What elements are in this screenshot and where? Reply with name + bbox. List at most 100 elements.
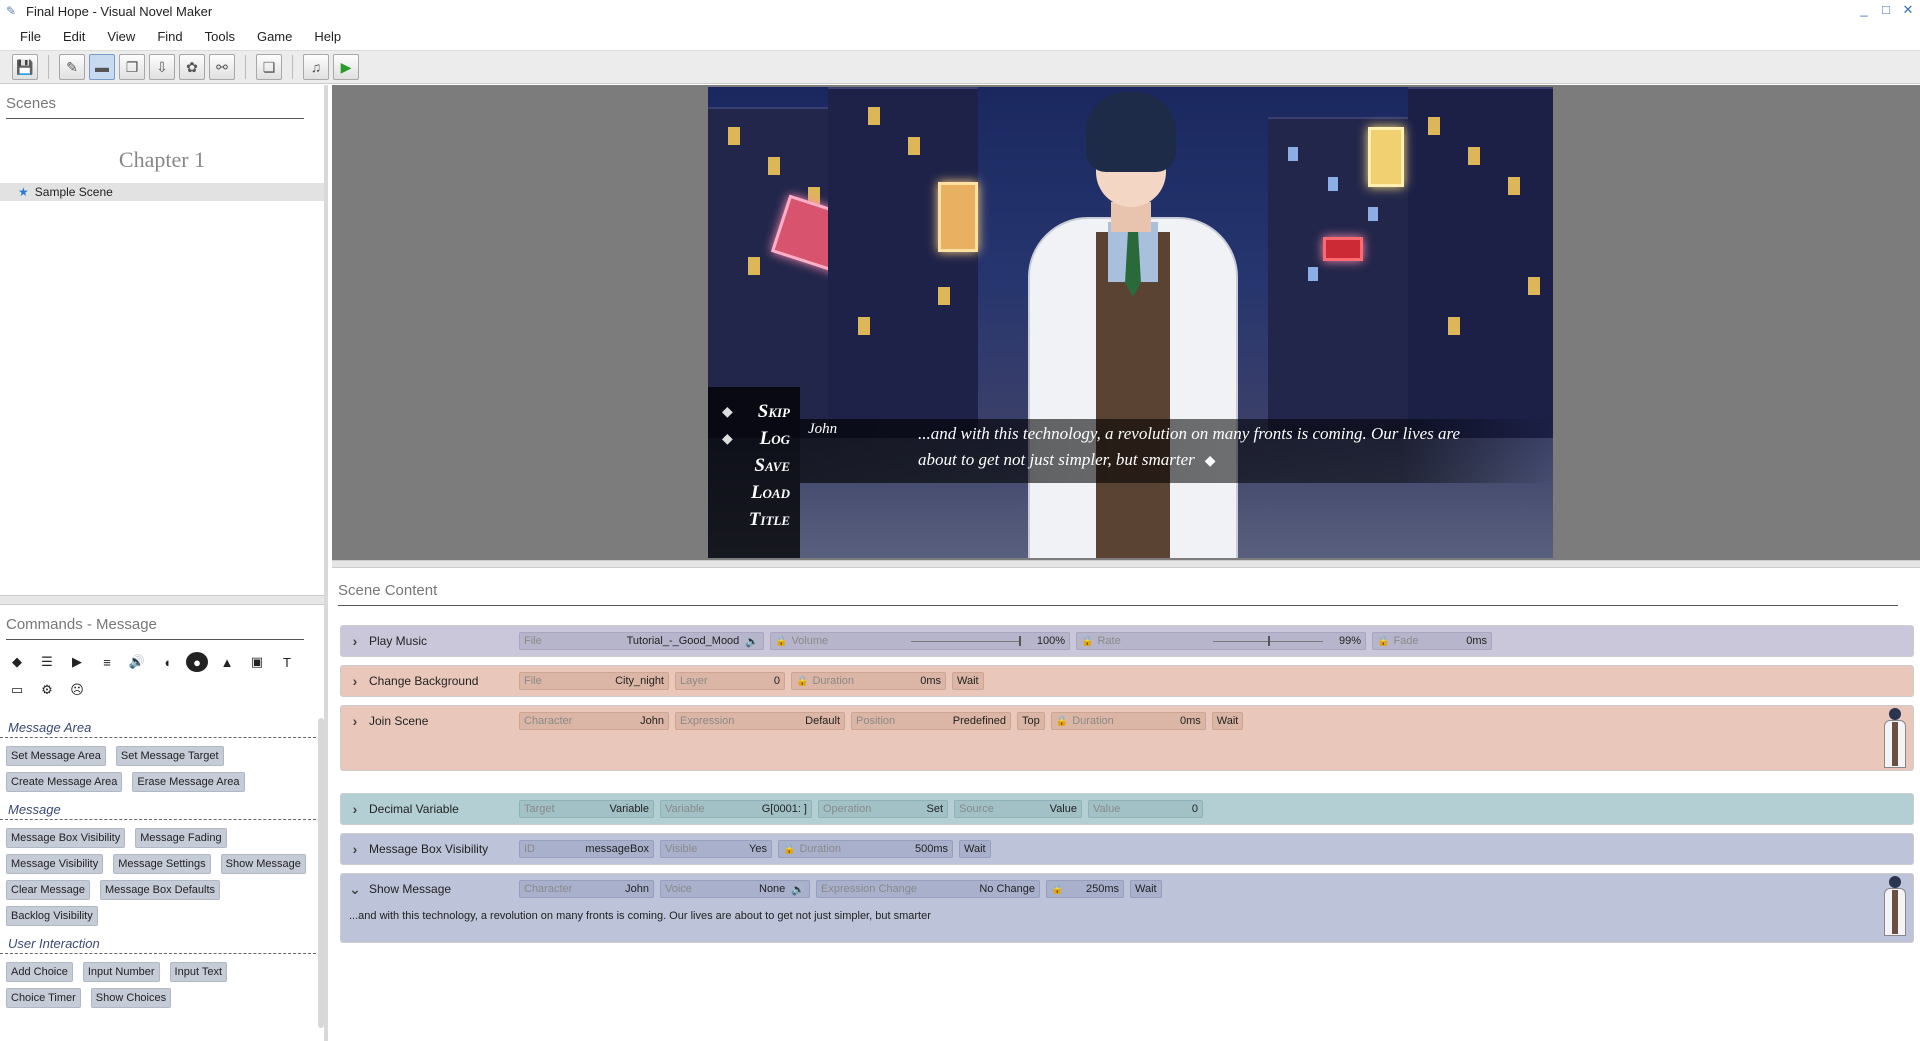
wait-toggle[interactable]: Wait <box>1130 880 1162 898</box>
operation-field[interactable]: Operation Set <box>818 800 948 818</box>
wait-toggle[interactable]: Wait <box>1211 712 1244 730</box>
join-duration-field[interactable]: 🔒 Duration 0ms <box>1050 712 1206 730</box>
wait-toggle[interactable]: Wait <box>959 840 991 858</box>
game-menu-title[interactable]: Title <box>749 509 790 531</box>
join-expression-field[interactable]: Expression Default <box>675 712 845 730</box>
value-field[interactable]: Value 0 <box>1088 800 1203 818</box>
message-box-visibility-button[interactable]: Message Box Visibility <box>6 828 126 848</box>
windows-button[interactable]: ❏ <box>256 54 282 80</box>
right-splitter[interactable] <box>332 560 1920 568</box>
background-file-field[interactable]: File City_night <box>519 672 669 690</box>
visibility-duration-field[interactable]: 🔒 Duration 500ms <box>778 840 953 858</box>
save-button[interactable]: 💾 <box>12 54 38 80</box>
target-field[interactable]: Target Variable <box>519 800 654 818</box>
music-button[interactable]: ♫ <box>303 54 329 80</box>
play-button[interactable]: ▶ <box>333 54 359 80</box>
scene-button[interactable]: ▬ <box>89 54 115 80</box>
wait-toggle[interactable]: Wait <box>952 672 984 690</box>
game-menu-load[interactable]: Load <box>751 482 790 504</box>
volume-slider[interactable] <box>910 635 1021 646</box>
music-file-field[interactable]: File Tutorial_-_Good_Mood 🔊 <box>519 632 764 650</box>
join-character-field[interactable]: Character John <box>519 712 669 730</box>
left-splitter[interactable] <box>0 595 324 605</box>
join-position-top-field[interactable]: Top <box>1017 712 1045 730</box>
expand-chevron-icon[interactable]: › <box>341 633 369 649</box>
variable-field[interactable]: Variable G[0001: ] <box>660 800 812 818</box>
tv-icon[interactable]: ▣ <box>246 652 268 672</box>
close-button[interactable]: ✕ <box>1900 2 1916 18</box>
expand-chevron-icon[interactable]: › <box>341 713 369 729</box>
music-volume-field[interactable]: 🔒 Volume 100% <box>770 632 1070 650</box>
command-row-join-scene[interactable]: › Join Scene Character John Expression Def… <box>340 705 1914 771</box>
message-visibility-button[interactable]: Message Visibility <box>6 854 104 874</box>
maximize-button[interactable]: □ <box>1878 2 1894 18</box>
command-row-decimal-variable[interactable]: › Decimal Variable Target Variable Variab… <box>340 793 1914 825</box>
expression-change-field[interactable]: Expression Change No Change <box>816 880 1040 898</box>
show-choices-button[interactable]: Show Choices <box>90 988 172 1008</box>
menu-tools[interactable]: Tools <box>205 29 235 44</box>
message-settings-button[interactable]: Message Settings <box>113 854 211 874</box>
menu-edit[interactable]: Edit <box>63 29 85 44</box>
join-position-field[interactable]: Position Predefined <box>851 712 1011 730</box>
message-fading-button[interactable]: Message Fading <box>135 828 227 848</box>
game-menu-skip[interactable]: Skip <box>758 401 790 423</box>
game-preview[interactable]: ◆ Skip ◆ Log Save Load Title John ...and… <box>708 87 1553 558</box>
command-list-scrollbar[interactable] <box>318 718 324 1028</box>
settings-icon[interactable]: ⚙ <box>36 680 58 700</box>
list-icon[interactable]: ☰ <box>36 652 58 672</box>
scene-item-sample[interactable]: ★ Sample Scene <box>0 183 324 201</box>
audio-icon[interactable]: ◖ <box>156 652 178 672</box>
add-choice-button[interactable]: Add Choice <box>6 962 73 982</box>
expand-chevron-icon[interactable]: › <box>341 841 369 857</box>
sound-icon[interactable]: 🔊 <box>126 652 148 672</box>
expand-chevron-icon[interactable]: › <box>341 801 369 817</box>
message-voice-field[interactable]: Voice None 🔊 <box>660 880 810 898</box>
background-layer-field[interactable]: Layer 0 <box>675 672 785 690</box>
command-row-message-box-visibility[interactable]: › Message Box Visibility ID messageBox Vi… <box>340 833 1914 865</box>
message-box-id-field[interactable]: ID messageBox <box>519 840 654 858</box>
erase-message-area-button[interactable]: Erase Message Area <box>132 772 245 792</box>
game-menu-log[interactable]: Log <box>760 428 790 450</box>
minimize-button[interactable]: _ <box>1856 2 1872 18</box>
text-icon[interactable]: T <box>276 652 298 672</box>
flow-icon[interactable]: ◆ <box>6 652 28 672</box>
message-preview-text[interactable]: ...and with this technology, a revolutio… <box>341 904 1913 922</box>
menu-game[interactable]: Game <box>257 29 292 44</box>
edit-button[interactable]: ✎ <box>59 54 85 80</box>
game-menu-save[interactable]: Save <box>754 455 790 477</box>
image-icon[interactable]: ▲ <box>216 652 238 672</box>
set-message-target-button[interactable]: Set Message Target <box>115 746 224 766</box>
screen-icon[interactable]: ▭ <box>6 680 28 700</box>
music-fade-field[interactable]: 🔒 Fade 0ms <box>1372 632 1492 650</box>
input-number-button[interactable]: Input Number <box>82 962 160 982</box>
expand-chevron-icon[interactable]: › <box>341 673 369 689</box>
rate-slider[interactable] <box>1212 635 1323 646</box>
input-text-button[interactable]: Input Text <box>169 962 228 982</box>
face-icon[interactable]: ☹ <box>66 680 88 700</box>
command-row-change-background[interactable]: › Change Background File City_night Layer… <box>340 665 1914 697</box>
volume-slider-handle[interactable] <box>1018 635 1021 646</box>
menu-file[interactable]: File <box>20 29 41 44</box>
menu-help[interactable]: Help <box>314 29 341 44</box>
command-row-show-message[interactable]: ⌄ Show Message Character John Voice None 🔊 … <box>340 873 1914 943</box>
source-field[interactable]: Source Value <box>954 800 1082 818</box>
set-message-area-button[interactable]: Set Message Area <box>6 746 106 766</box>
command-row-play-music[interactable]: › Play Music File Tutorial_-_Good_Mood 🔊 🔒… <box>340 625 1914 657</box>
clear-message-button[interactable]: Clear Message <box>6 880 90 900</box>
visible-field[interactable]: Visible Yes <box>660 840 772 858</box>
chapter-heading[interactable]: Chapter 1 <box>0 147 324 173</box>
import-button[interactable]: ⇩ <box>149 54 175 80</box>
background-duration-field[interactable]: 🔒 Duration 0ms <box>791 672 946 690</box>
menu-find[interactable]: Find <box>157 29 182 44</box>
message-duration-field[interactable]: 🔒 250ms <box>1046 880 1124 898</box>
copy-button[interactable]: ❐ <box>119 54 145 80</box>
message-character-field[interactable]: Character John <box>519 880 654 898</box>
video-icon[interactable]: ▶ <box>66 652 88 672</box>
music-rate-field[interactable]: 🔒 Rate 99% <box>1076 632 1366 650</box>
message-box-defaults-button[interactable]: Message Box Defaults <box>99 880 221 900</box>
layers-icon[interactable]: ≡ <box>96 652 118 672</box>
backlog-visibility-button[interactable]: Backlog Visibility <box>6 906 98 926</box>
assets-button[interactable]: ✿ <box>179 54 205 80</box>
link-button[interactable]: ⚯ <box>209 54 235 80</box>
collapse-chevron-icon[interactable]: ⌄ <box>341 881 369 898</box>
